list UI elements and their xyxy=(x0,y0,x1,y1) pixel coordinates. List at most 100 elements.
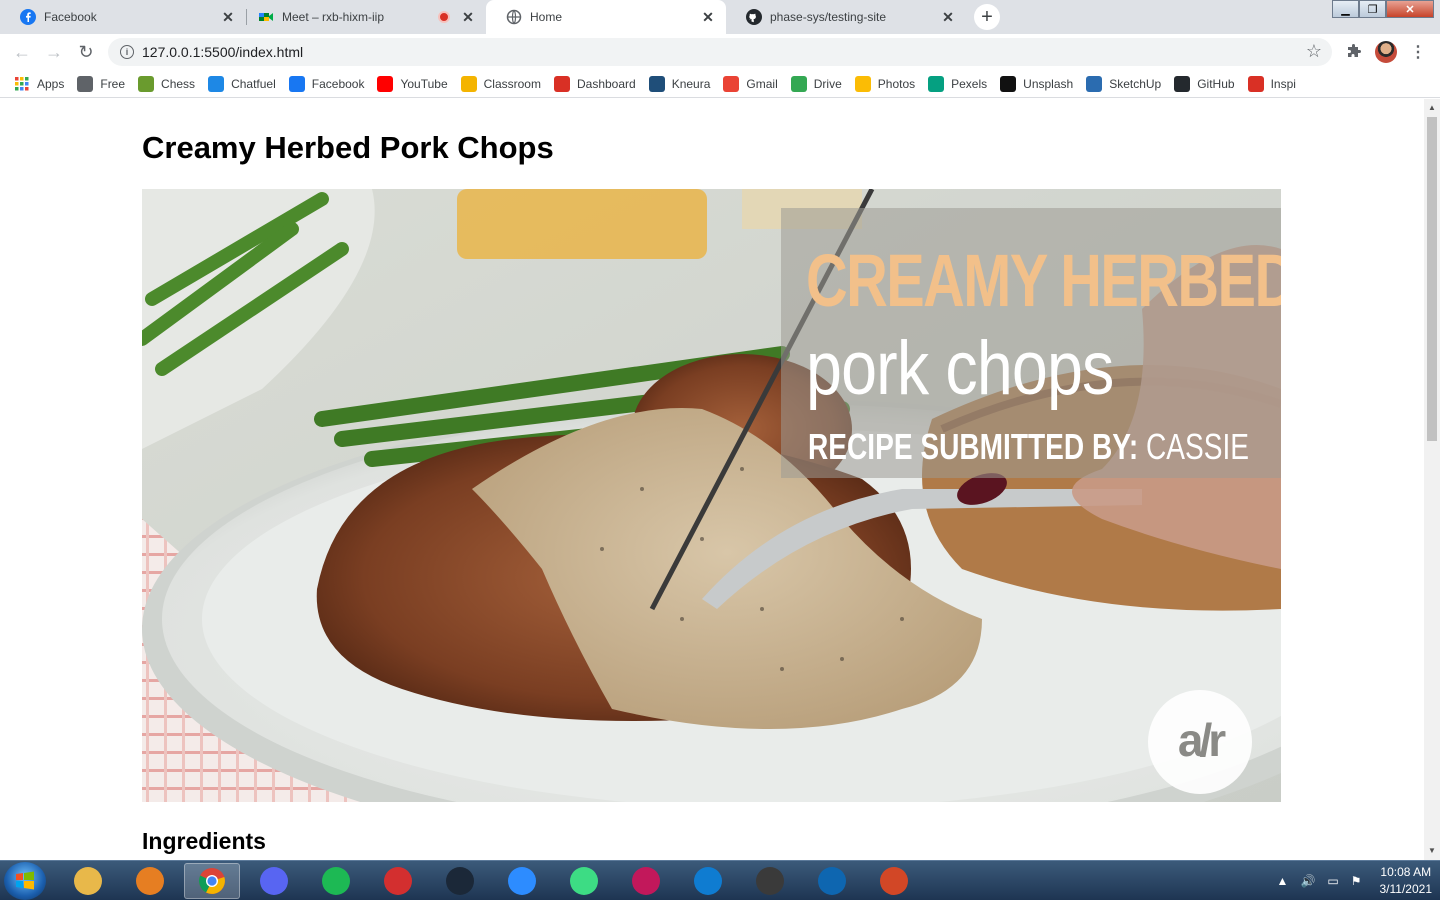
bookmark-star-icon[interactable]: ☆ xyxy=(1306,41,1322,62)
site-info-icon[interactable]: i xyxy=(120,45,134,59)
taskbar-app-spotify[interactable] xyxy=(308,863,364,899)
dashboard-icon xyxy=(553,75,570,92)
taskbar-app-snipping-tool[interactable] xyxy=(618,863,674,899)
close-tab-icon[interactable]: ✕ xyxy=(460,9,476,25)
bookmark-dashboard[interactable]: Dashboard xyxy=(553,75,636,92)
page-viewport: Creamy Herbed Pork Chops CREAMY HERBED p… xyxy=(0,99,1424,860)
tab-home[interactable]: Home ✕ xyxy=(486,0,726,34)
bookmark-label: GitHub xyxy=(1197,76,1235,91)
github-icon xyxy=(746,9,762,25)
taskbar-app-steam[interactable] xyxy=(432,863,488,899)
action-center-flag-icon[interactable]: ⚑ xyxy=(1351,874,1362,888)
bookmark-chatfuel[interactable]: Chatfuel xyxy=(208,75,276,92)
hero-image: CREAMY HERBED pork chops RECIPE SUBMITTE… xyxy=(142,189,1281,802)
bookmark-facebook[interactable]: Facebook xyxy=(288,75,364,92)
profile-avatar[interactable] xyxy=(1374,40,1398,64)
bookmark-sketchup[interactable]: SketchUp xyxy=(1086,75,1161,92)
bookmark-free[interactable]: Free xyxy=(77,75,126,92)
bookmark-pexels[interactable]: Pexels xyxy=(928,75,988,92)
bookmark-unsplash[interactable]: Unsplash xyxy=(1000,75,1074,92)
minimize-button[interactable]: ▁ xyxy=(1332,0,1359,18)
snipping-tool-icon xyxy=(632,867,660,895)
bookmark-kneura[interactable]: Kneura xyxy=(648,75,711,92)
bookmark-label: Classroom xyxy=(483,76,541,91)
media-player-icon xyxy=(136,867,164,895)
bookmark-label: Photos xyxy=(877,76,916,91)
page-scrollbar[interactable]: ▲ ▼ xyxy=(1424,99,1440,860)
tab-title: Home xyxy=(530,10,563,24)
infinity-icon xyxy=(77,75,94,92)
taskbar-app-discord[interactable] xyxy=(246,863,302,899)
tab-github[interactable]: phase-sys/testing-site ✕ xyxy=(726,0,966,34)
overlay-title: CREAMY HERBED xyxy=(806,239,1281,322)
youtube-icon xyxy=(377,75,394,92)
start-button[interactable] xyxy=(4,862,46,900)
page-title: Creamy Herbed Pork Chops xyxy=(142,130,554,165)
taskbar-app-file-explorer[interactable] xyxy=(60,863,116,899)
maximize-button[interactable]: ❐ xyxy=(1359,0,1386,18)
bookmark-photos[interactable]: Photos xyxy=(854,75,916,92)
bookmark-chess[interactable]: Chess xyxy=(138,75,195,92)
reload-icon[interactable]: ↻ xyxy=(74,40,98,64)
back-arrow-icon[interactable]: ← xyxy=(10,40,34,64)
bookmark-github[interactable]: GitHub xyxy=(1174,75,1235,92)
unsplash-icon xyxy=(1000,75,1017,92)
close-window-button[interactable]: ✕ xyxy=(1386,0,1434,18)
address-text: 127.0.0.1:5500/index.html xyxy=(142,44,304,60)
menu-dots-icon[interactable]: ⋮ xyxy=(1406,40,1430,64)
bookmark-gmail[interactable]: Gmail xyxy=(723,75,778,92)
taskbar-app-zoom[interactable] xyxy=(494,863,550,899)
bookmark-apps[interactable]: Apps xyxy=(14,76,64,92)
bookmark-label: Kneura xyxy=(671,76,711,91)
clock-date: 3/11/2021 xyxy=(1379,882,1433,896)
new-tab-button[interactable]: + xyxy=(974,4,1000,30)
taskbar-app-vscode[interactable] xyxy=(804,863,860,899)
ingredients-heading: Ingredients xyxy=(142,828,266,854)
bookmark-label: Unsplash xyxy=(1023,76,1074,91)
taskbar-app-media-player[interactable] xyxy=(122,863,178,899)
garena-icon xyxy=(384,867,412,895)
tab-title: Facebook xyxy=(44,10,97,24)
taskbar-app-android-studio[interactable] xyxy=(556,863,612,899)
taskbar-app-garena[interactable] xyxy=(370,863,426,899)
bookmark-youtube[interactable]: YouTube xyxy=(377,75,448,92)
extensions-icon[interactable] xyxy=(1342,40,1366,64)
scroll-up-arrow-icon[interactable]: ▲ xyxy=(1424,101,1440,115)
chess-pawn-icon xyxy=(138,75,155,92)
spotify-icon xyxy=(322,867,350,895)
scrollbar-thumb[interactable] xyxy=(1427,117,1437,441)
bookmark-inspi[interactable]: Inspi xyxy=(1247,75,1296,92)
inspi-icon xyxy=(1247,75,1264,92)
network-icon[interactable]: ▭ xyxy=(1327,874,1338,888)
taskbar-app-terminal[interactable] xyxy=(742,863,798,899)
apps-grid-icon xyxy=(14,76,30,92)
show-hidden-icons-icon[interactable]: ▲ xyxy=(1277,874,1289,888)
tab-title: phase-sys/testing-site xyxy=(770,10,887,24)
bookmark-label: Pexels xyxy=(951,76,988,91)
volume-icon[interactable]: 🔊 xyxy=(1300,874,1315,888)
steam-icon xyxy=(446,867,474,895)
tab-facebook[interactable]: Facebook ✕ xyxy=(0,0,246,34)
bookmark-classroom[interactable]: Classroom xyxy=(460,75,541,92)
forward-arrow-icon[interactable]: → xyxy=(42,40,66,64)
close-tab-icon[interactable]: ✕ xyxy=(940,9,956,25)
scroll-down-arrow-icon[interactable]: ▼ xyxy=(1424,844,1440,858)
recording-icon xyxy=(438,11,450,23)
edge-icon xyxy=(694,867,722,895)
address-bar[interactable]: i 127.0.0.1:5500/index.html ☆ xyxy=(108,38,1332,66)
taskbar-app-chrome[interactable] xyxy=(184,863,240,899)
close-tab-icon[interactable]: ✕ xyxy=(220,9,236,25)
bookmark-drive[interactable]: Drive xyxy=(790,75,842,92)
clock[interactable]: 10:08 AM 3/11/2021 xyxy=(1380,864,1433,898)
taskbar-app-edge[interactable] xyxy=(680,863,736,899)
tab-meet[interactable]: Meet – rxb-hixm-iip ✕ xyxy=(238,0,486,34)
taskbar-app-powerpoint[interactable] xyxy=(866,863,922,899)
bookmark-label: Apps xyxy=(37,76,65,91)
bookmark-label: Chatfuel xyxy=(231,76,276,91)
overlay-credit-name: CASSIE xyxy=(1146,426,1250,467)
close-tab-icon[interactable]: ✕ xyxy=(700,9,716,25)
file-explorer-icon xyxy=(74,867,102,895)
classroom-icon xyxy=(460,75,477,92)
bookmark-label: Dashboard xyxy=(576,76,636,91)
bookmark-label: Free xyxy=(100,76,126,91)
